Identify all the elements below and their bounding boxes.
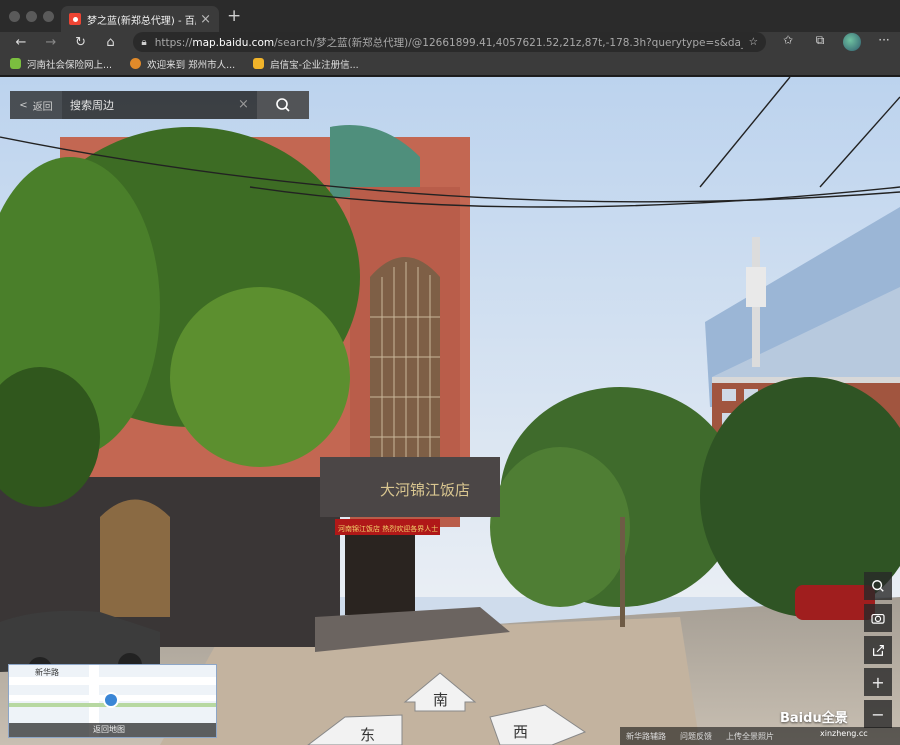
window-controls <box>9 10 61 22</box>
bookmark-item[interactable]: 欢迎来到 郑州市人... <box>130 57 235 71</box>
toolbar-icons: ✩ ⧉ ··· <box>772 33 900 51</box>
panorama-tools: + − <box>864 572 892 732</box>
camera-icon <box>871 613 885 624</box>
leaf-icon <box>10 58 21 69</box>
address-bar[interactable]: 🔒︎ https://map.baidu.com/search/梦之蓝(新郑总代… <box>133 32 767 52</box>
favorites-icon[interactable]: ✩ <box>772 33 804 51</box>
magnifier-icon <box>872 580 884 592</box>
minimap-road-name: 新华路 <box>35 668 59 677</box>
arrow-south-label: 南 <box>433 691 448 709</box>
collections-icon[interactable]: ⧉ <box>804 33 836 51</box>
hotel-sign-text: 大河锦江饭店 <box>380 481 470 499</box>
screenshot-button[interactable] <box>864 604 892 632</box>
zoom-in-button[interactable]: + <box>864 668 892 696</box>
bookmark-item[interactable]: 启信宝-企业注册信... <box>253 57 359 71</box>
arrow-west-label: 西 <box>513 723 528 741</box>
road-name-label: 新华路辅路 <box>626 731 666 741</box>
more-menu-icon[interactable]: ··· <box>868 33 900 51</box>
back-button[interactable]: < 返回 <box>10 91 62 119</box>
browser-toolbar: ← → ↻ ⌂ 🔒︎ https://map.baidu.com/search/… <box>0 32 900 52</box>
back-to-map-button[interactable]: 返回地图 <box>9 723 216 737</box>
favorite-star-icon[interactable]: ☆ <box>749 36 758 48</box>
baidu-map-favicon-icon <box>69 13 81 25</box>
back-arrow-icon[interactable]: ← <box>6 35 36 50</box>
tab-title: 梦之蓝(新郑总代理) - 百度地图 <box>87 15 196 27</box>
baidu-panorama-logo: Baidu全景 <box>780 711 848 726</box>
maximize-window-icon[interactable] <box>43 10 54 22</box>
search-icon <box>276 98 290 112</box>
close-tab-icon[interactable]: × <box>200 12 211 27</box>
reload-icon[interactable]: ↻ <box>66 35 96 50</box>
share-icon <box>873 645 884 656</box>
url-text: https://map.baidu.com/search/梦之蓝(新郑总代理)/… <box>154 36 743 49</box>
search-nearby-bar: < 返回 × <box>10 91 309 119</box>
lock-icon[interactable]: 🔒︎ <box>141 37 146 48</box>
back-label: 返回 <box>32 101 53 113</box>
feedback-link[interactable]: 问题反馈 <box>680 731 712 742</box>
bookmark-label: 欢迎来到 郑州市人... <box>147 59 236 71</box>
red-banner-text: 河南锦江饭店 热烈欢迎各界人士 <box>338 524 438 533</box>
bookmarks-bar: 河南社会保险网上... 欢迎来到 郑州市人... 启信宝-企业注册信... <box>0 52 900 76</box>
panorama-scene[interactable]: 大河锦江饭店 河南锦江饭店 热烈欢迎各界人士 南 东 西 <box>0 77 900 745</box>
browser-tab[interactable]: 梦之蓝(新郑总代理) - 百度地图 × <box>61 6 219 32</box>
share-button[interactable] <box>864 636 892 664</box>
upload-photo-link[interactable]: 上传全景照片 <box>726 731 774 742</box>
clear-icon[interactable]: × <box>238 97 249 112</box>
search-nearby-input[interactable] <box>62 91 257 119</box>
arrow-east-label: 东 <box>360 726 375 744</box>
zoom-out-button[interactable]: − <box>864 700 892 728</box>
plus-icon: + <box>871 672 885 692</box>
shield-icon <box>253 58 265 69</box>
bookmark-item[interactable]: 河南社会保险网上... <box>10 57 112 71</box>
close-window-icon[interactable] <box>9 10 20 22</box>
bookmark-label: 河南社会保险网上... <box>27 59 113 71</box>
watermark: xinzheng.cc <box>820 729 868 738</box>
minimap[interactable]: 新华路 返回地图 <box>8 664 217 738</box>
chevron-left-icon: < <box>19 99 28 111</box>
home-icon[interactable]: ⌂ <box>96 35 126 50</box>
profile-avatar[interactable] <box>843 33 862 51</box>
forward-arrow-icon[interactable]: → <box>36 35 66 50</box>
street-view-panorama[interactable]: 大河锦江饭店 河南锦江饭店 热烈欢迎各界人士 南 东 西 < 返回 搜索周边 ×… <box>0 77 900 745</box>
tab-strip: 梦之蓝(新郑总代理) - 百度地图 × + <box>0 0 900 32</box>
minimize-window-icon[interactable] <box>26 10 37 22</box>
minus-icon: − <box>871 704 885 724</box>
search-tool-button[interactable] <box>864 572 892 600</box>
new-tab-button[interactable]: + <box>227 7 241 25</box>
location-marker-icon <box>103 692 119 708</box>
search-button[interactable] <box>257 91 309 119</box>
bookmark-label: 启信宝-企业注册信... <box>270 59 359 71</box>
site-logo-icon <box>130 58 142 69</box>
